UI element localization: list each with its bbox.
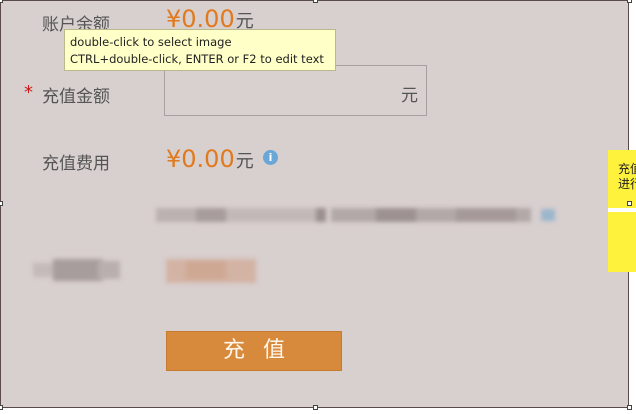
recharge-button[interactable]: 充值	[166, 331, 342, 371]
side-sticky-note[interactable]: 充值 进行	[608, 150, 636, 272]
side-note-line-1: 充值	[618, 162, 636, 176]
amount-input[interactable]: 元	[164, 65, 427, 116]
side-note-text: 充值 进行	[618, 162, 636, 192]
fee-value: ¥0.00元	[166, 145, 254, 173]
blurred-row-label	[33, 257, 123, 283]
fee-amount: ¥0.00	[166, 145, 235, 173]
side-note-line-2: 进行	[618, 177, 636, 191]
editor-tooltip: double-click to select image CTRL+double…	[64, 29, 336, 71]
resize-handle-right[interactable]	[627, 201, 632, 206]
fee-label: 充值费用	[42, 154, 110, 174]
resize-handle-bottom-left[interactable]	[0, 405, 3, 410]
resize-handle-top-left[interactable]	[0, 0, 3, 3]
required-mark: *	[24, 82, 33, 103]
blurred-row-value	[166, 257, 256, 285]
resize-handle-left[interactable]	[0, 201, 3, 206]
tooltip-line-1: double-click to select image	[70, 35, 232, 49]
amount-label: 充值金额	[42, 87, 110, 107]
info-icon[interactable]: i	[263, 150, 278, 165]
blurred-agreement-text	[156, 206, 571, 226]
resize-handle-bottom-right[interactable]	[627, 405, 632, 410]
resize-handle-top[interactable]	[313, 0, 318, 3]
fee-unit: 元	[235, 151, 254, 172]
resize-handle-bottom[interactable]	[313, 405, 318, 410]
resize-handle-top-right[interactable]	[627, 0, 632, 3]
amount-input-unit: 元	[401, 86, 418, 106]
tooltip-line-2: CTRL+double-click, ENTER or F2 to edit t…	[70, 52, 324, 66]
side-note-divider	[608, 208, 636, 212]
